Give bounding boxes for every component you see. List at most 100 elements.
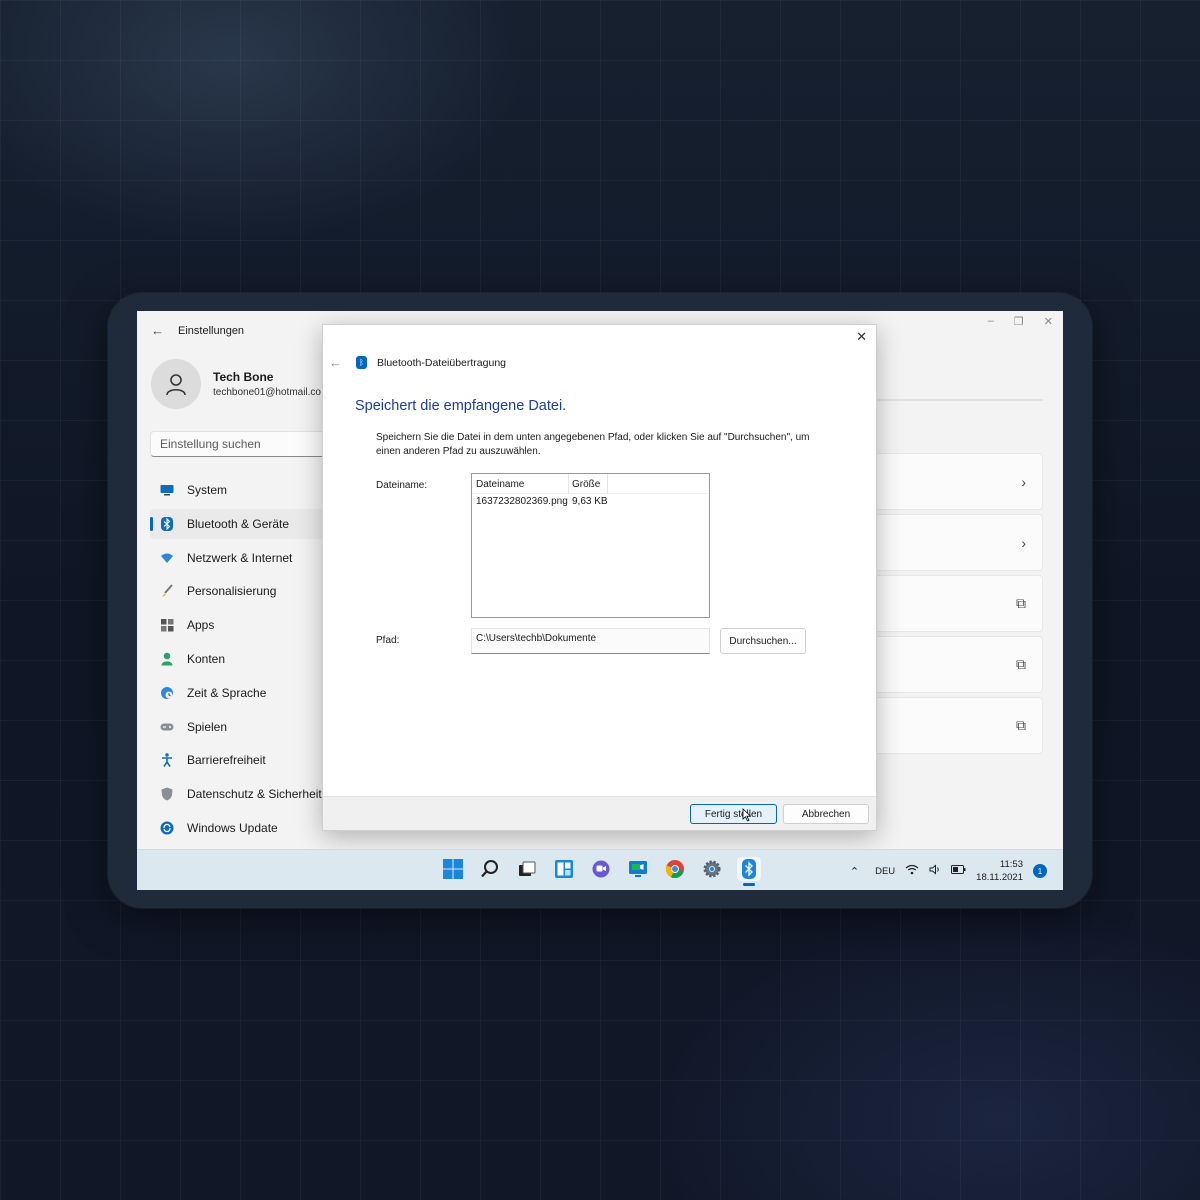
minimize-icon[interactable]: – — [988, 315, 994, 328]
filename-label: Dateiname: — [376, 480, 428, 491]
apps-icon — [160, 618, 174, 632]
settings-nav: System Bluetooth & Geräte Netzwerk & Int… — [150, 475, 340, 847]
nav-label: Bluetooth & Geräte — [187, 516, 290, 531]
bluetooth-transfer-icon[interactable] — [737, 857, 761, 886]
dialog-title: Speichert die empfangene Datei. — [355, 398, 567, 414]
nav-label: Windows Update — [187, 820, 278, 835]
browse-button[interactable]: Durchsuchen... — [720, 628, 806, 654]
brush-icon — [160, 584, 174, 598]
column-header-filename[interactable]: Dateiname — [472, 474, 569, 493]
nav-label: Netzwerk & Internet — [187, 550, 293, 565]
back-arrow-icon[interactable]: ← — [329, 355, 342, 370]
profile-name: Tech Bone — [213, 370, 274, 384]
update-icon — [160, 821, 174, 835]
person-icon — [160, 652, 174, 666]
finish-button[interactable]: Fertig stellen — [690, 804, 777, 824]
nav-label: Datenschutz & Sicherheit — [187, 787, 322, 802]
mouse-cursor-icon — [742, 808, 752, 822]
nav-label: Barrierefreiheit — [187, 753, 266, 768]
clock-time: 11:53 — [999, 859, 1023, 870]
avatar[interactable] — [151, 359, 201, 409]
settings-title: Einstellungen — [178, 324, 245, 337]
back-arrow-icon[interactable]: ← — [151, 323, 164, 338]
chevron-up-icon[interactable]: ⌃ — [850, 865, 859, 878]
clock[interactable]: 11:53 18.11.2021 — [976, 858, 1023, 884]
divider — [877, 399, 1043, 401]
nav-item-time-language[interactable]: Zeit & Sprache — [150, 678, 340, 708]
path-input[interactable]: C:\Users\techb\Dokumente — [471, 628, 710, 654]
language-indicator[interactable]: DEU — [875, 866, 895, 877]
settings-card[interactable]: ⧉ — [857, 636, 1043, 693]
settings-card[interactable]: › — [857, 514, 1043, 571]
nav-item-system[interactable]: System — [150, 475, 340, 505]
cancel-button[interactable]: Abbrechen — [783, 804, 869, 824]
settings-titlebar: ← Einstellungen — [151, 323, 244, 338]
profile-email: techbone01@hotmail.co — [213, 387, 321, 398]
nav-item-gaming[interactable]: Spielen — [150, 712, 340, 742]
close-window-icon[interactable]: ✕ — [1044, 315, 1053, 328]
teams-chat-icon[interactable] — [589, 857, 613, 881]
nav-label: Konten — [187, 651, 226, 666]
nav-item-bluetooth[interactable]: Bluetooth & Geräte — [150, 508, 340, 539]
dialog-header-title: Bluetooth-Dateiübertragung — [377, 356, 507, 369]
task-view-icon[interactable] — [515, 857, 539, 881]
nav-label: System — [187, 483, 228, 497]
nav-item-accessibility[interactable]: Barrierefreiheit — [150, 745, 340, 775]
file-list-header: Dateiname Größe — [472, 474, 709, 494]
person-avatar-icon — [166, 374, 186, 396]
nav-item-windows-update[interactable]: Windows Update — [150, 813, 340, 843]
chrome-icon[interactable] — [663, 857, 687, 881]
file-row[interactable]: 1637232802369.png 9,63 KB — [472, 494, 709, 507]
nav-item-apps[interactable]: Apps — [150, 610, 340, 640]
monitor-icon — [160, 483, 174, 497]
settings-gear-icon[interactable] — [700, 857, 724, 881]
external-link-icon: ⧉ — [1016, 717, 1026, 733]
battery-icon[interactable] — [951, 865, 966, 877]
globe-clock-icon — [160, 686, 174, 700]
nav-item-accounts[interactable]: Konten — [150, 644, 340, 674]
file-size: 9,63 KB — [572, 496, 608, 507]
settings-card[interactable]: ⧉ — [857, 575, 1043, 632]
nav-label: Personalisierung — [187, 584, 277, 599]
nav-item-privacy[interactable]: Datenschutz & Sicherheit — [150, 779, 340, 809]
settings-card[interactable]: › — [857, 453, 1043, 510]
external-link-icon: ⧉ — [1016, 595, 1026, 611]
meet-icon[interactable] — [626, 857, 650, 881]
wifi-tray-icon[interactable] — [905, 864, 919, 878]
screen: ← Einstellungen – ❐ ✕ Tech Bone techbone… — [137, 311, 1063, 890]
search-icon[interactable] — [478, 857, 502, 881]
accessibility-icon — [160, 753, 174, 768]
clock-date: 18.11.2021 — [976, 872, 1023, 883]
nav-label: Spielen — [187, 719, 228, 734]
nav-item-network[interactable]: Netzwerk & Internet — [150, 543, 340, 573]
external-link-icon: ⧉ — [1016, 656, 1026, 672]
taskbar: ⌃ DEU 11:53 18.11.2021 1 — [137, 849, 1063, 890]
system-tray: ⌃ DEU 11:53 18.11.2021 1 — [850, 858, 1047, 884]
settings-cards: › › ⧉ ⧉ ⧉ — [857, 453, 1043, 758]
bluetooth-icon: ᛒ — [356, 356, 367, 369]
dialog-footer: Fertig stellen Abbrechen — [323, 796, 876, 830]
bluetooth-icon — [160, 516, 174, 531]
notification-badge[interactable]: 1 — [1033, 864, 1047, 878]
column-header-size[interactable]: Größe — [569, 474, 608, 493]
taskbar-apps — [441, 857, 761, 886]
profile: Tech Bone techbone01@hotmail.co — [151, 359, 321, 409]
file-name: 1637232802369.png — [476, 496, 568, 507]
nav-label: Apps — [187, 618, 215, 633]
start-icon[interactable] — [441, 857, 465, 881]
gamepad-icon — [160, 720, 174, 734]
dialog-instructions: Speichern Sie die Datei in dem unten ang… — [376, 432, 810, 457]
close-icon[interactable]: ✕ — [856, 329, 867, 345]
window-controls: – ❐ ✕ — [988, 315, 1053, 328]
nav-item-personalization[interactable]: Personalisierung — [150, 576, 340, 606]
bluetooth-transfer-dialog: ✕ ← ᛒ Bluetooth-Dateiübertragung Speiche… — [322, 324, 877, 831]
wifi-icon — [160, 551, 174, 565]
file-list[interactable]: Dateiname Größe 1637232802369.png 9,63 K… — [471, 473, 710, 618]
path-label: Pfad: — [376, 635, 400, 646]
widgets-icon[interactable] — [552, 857, 576, 881]
maximize-icon[interactable]: ❐ — [1014, 315, 1024, 328]
volume-icon[interactable] — [929, 864, 941, 878]
dialog-header: ← ᛒ Bluetooth-Dateiübertragung — [329, 355, 506, 370]
shield-icon — [160, 787, 174, 801]
settings-card[interactable]: ⧉ — [857, 697, 1043, 754]
